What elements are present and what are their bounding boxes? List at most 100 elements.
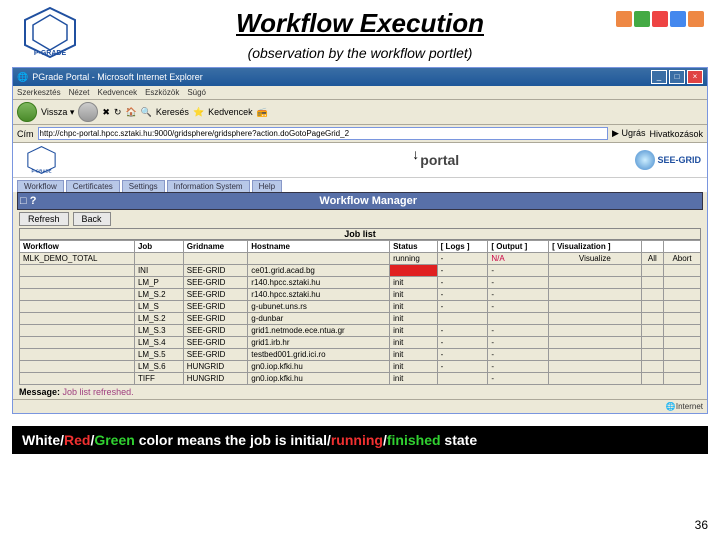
cell <box>664 361 701 373</box>
forward-button[interactable] <box>78 102 98 122</box>
cell <box>549 265 642 277</box>
home-icon[interactable]: 🏠 <box>125 107 136 118</box>
cell: LM_S.5 <box>134 349 183 361</box>
cell: testbed001.grid.ici.ro <box>248 349 390 361</box>
ie-icon: 🌐 <box>17 72 28 83</box>
job-table: WorkflowJobGridnameHostnameStatus[ Logs … <box>19 240 701 385</box>
menu-item[interactable]: Súgó <box>187 88 206 97</box>
back-button-page[interactable]: Back <box>73 212 111 226</box>
media-icon[interactable]: 📻 <box>257 107 268 118</box>
zone-label: Internet <box>676 402 703 411</box>
legend-bar: White/Red/Green color means the job is i… <box>12 426 708 454</box>
table-row: LM_S.5SEE-GRIDtestbed001.grid.ici.roinit… <box>20 349 701 361</box>
cell <box>437 373 488 385</box>
col-header: Hostname <box>248 241 390 253</box>
cell: N/A <box>488 253 549 265</box>
cell <box>641 349 663 361</box>
cell: SEE-GRID <box>183 301 248 313</box>
cell: - <box>488 277 549 289</box>
portal-label: ↓ portal <box>420 152 459 168</box>
cell: init <box>390 349 438 361</box>
browser-titlebar: 🌐 PGrade Portal - Microsoft Internet Exp… <box>13 68 707 86</box>
search-icon[interactable]: 🔍 <box>141 107 152 118</box>
cell <box>20 361 135 373</box>
col-header: Job <box>134 241 183 253</box>
tab-settings[interactable]: Settings <box>122 180 165 192</box>
cell <box>437 313 488 325</box>
table-row: LM_PSEE-GRIDr140.hpcc.sztaki.huinit-- <box>20 277 701 289</box>
refresh-icon[interactable]: ↻ <box>114 107 122 118</box>
cell <box>664 265 701 277</box>
close-button[interactable]: × <box>687 70 703 84</box>
arrow-down-icon: ↓ <box>412 146 419 162</box>
cell: - <box>437 253 488 265</box>
tab-help[interactable]: Help <box>252 180 282 192</box>
pgrade-logo: P-GRADE <box>15 5 85 60</box>
window-title: PGrade Portal - Microsoft Internet Explo… <box>32 72 203 82</box>
cell <box>641 337 663 349</box>
cell <box>664 373 701 385</box>
cell: init <box>390 301 438 313</box>
col-header: [ Output ] <box>488 241 549 253</box>
cell <box>20 301 135 313</box>
cell: - <box>488 349 549 361</box>
table-row: TIFFHUNGRIDgn0.iop.kfki.huinit- <box>20 373 701 385</box>
tab-certificates[interactable]: Certificates <box>66 180 120 192</box>
cell: TIFF <box>134 373 183 385</box>
menu-item[interactable]: Szerkesztés <box>17 88 61 97</box>
cell <box>641 301 663 313</box>
back-button[interactable] <box>17 102 37 122</box>
cell: - <box>437 361 488 373</box>
go-button[interactable]: ▶ Ugrás <box>612 128 645 139</box>
portal-header: P-GRADE ↓ portal SEE-GRID <box>13 143 707 178</box>
cell <box>549 325 642 337</box>
puzzle-logo <box>615 10 705 50</box>
cell <box>664 277 701 289</box>
visualize-button[interactable]: Visualize <box>549 253 642 265</box>
cell: grid1.irb.hr <box>248 337 390 349</box>
abort-button[interactable]: Abort <box>664 253 701 265</box>
nav-toolbar: Vissza ▾ ✖ ↻ 🏠 🔍 Keresés ⭐ Kedvencek 📻 <box>13 100 707 125</box>
pgrade-logo-small: P-GRADE <box>19 145 64 175</box>
menu-item[interactable]: Nézet <box>69 88 90 97</box>
cell <box>664 337 701 349</box>
cell: init <box>390 313 438 325</box>
stop-icon[interactable]: ✖ <box>102 107 110 118</box>
cell: LM_S.2 <box>134 313 183 325</box>
cell: running <box>390 265 438 277</box>
table-row: LM_SSEE-GRIDg-ubunet.uns.rsinit-- <box>20 301 701 313</box>
cell <box>664 289 701 301</box>
all-button[interactable]: All <box>641 253 663 265</box>
favorites-label: Kedvencek <box>208 107 253 117</box>
menu-item[interactable]: Kedvencek <box>97 88 137 97</box>
zone-icon: 🌐 <box>666 402 676 411</box>
cell: - <box>488 289 549 301</box>
cell: gn0.iop.kfki.hu <box>248 373 390 385</box>
cell: SEE-GRID <box>183 349 248 361</box>
cell <box>664 349 701 361</box>
menu-item[interactable]: Eszközök <box>145 88 179 97</box>
cell <box>20 373 135 385</box>
refresh-button[interactable]: Refresh <box>19 212 69 226</box>
tab-workflow[interactable]: Workflow <box>17 180 64 192</box>
col-header: [ Logs ] <box>437 241 488 253</box>
cell: - <box>488 265 549 277</box>
address-input[interactable] <box>38 127 609 140</box>
cell <box>641 373 663 385</box>
cell: - <box>488 337 549 349</box>
cell: LM_S <box>134 301 183 313</box>
tab-information[interactable]: Information System <box>167 180 250 192</box>
workflow-manager-bar: □ ? Workflow Manager <box>17 192 703 210</box>
cell <box>549 373 642 385</box>
minimize-button[interactable]: _ <box>651 70 667 84</box>
maximize-button[interactable]: □ <box>669 70 685 84</box>
cell <box>641 325 663 337</box>
cell: - <box>437 265 488 277</box>
favorites-icon[interactable]: ⭐ <box>193 107 204 118</box>
table-row-total: MLK_DEMO_TOTALrunning-N/AVisualizeAllAbo… <box>20 253 701 265</box>
browser-window: 🌐 PGrade Portal - Microsoft Internet Exp… <box>12 67 708 414</box>
search-label: Keresés <box>156 107 189 117</box>
cell: LM_S.2 <box>134 289 183 301</box>
address-label: Cím <box>17 129 34 139</box>
svg-text:P-GRADE: P-GRADE <box>31 168 51 173</box>
